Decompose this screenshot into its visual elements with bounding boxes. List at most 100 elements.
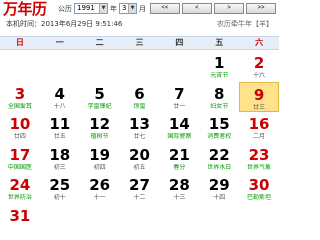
- day-number: 21: [168, 145, 190, 164]
- lunar-date: 国际警察: [167, 133, 192, 140]
- empty-day-cell: [80, 204, 120, 235]
- next-year-button[interactable]: >>: [246, 3, 276, 14]
- day-cell[interactable]: 8 妇女节: [199, 82, 239, 113]
- day-cell[interactable]: 18 初三: [40, 143, 80, 174]
- status-bar: 本机时间：2013年6月29日 9:51:46 农历牵牛年【羊】: [0, 18, 279, 30]
- next-month-button[interactable]: >: [214, 3, 244, 14]
- day-cell[interactable]: 15 消费者权: [199, 112, 239, 143]
- day-cell[interactable]: 7 廿一: [159, 82, 199, 113]
- day-cell[interactable]: 14 国际警察: [159, 112, 199, 143]
- day-cell[interactable]: 24 世界防治: [0, 173, 40, 204]
- lunar-date: 中国国医: [7, 163, 32, 171]
- day-cell[interactable]: 4 十八: [40, 82, 80, 113]
- day-number: 20: [129, 145, 150, 164]
- toolbar: 万年历 公历 1991 ▼ 年 3 ▼ 月 << < > >>: [0, 0, 279, 18]
- weekday-sat: 六: [255, 38, 264, 47]
- day-cell[interactable]: 29 十四: [199, 173, 239, 204]
- day-number: 9: [253, 85, 265, 104]
- day-cell[interactable]: 25 初十: [40, 173, 80, 204]
- day-number: 18: [49, 145, 71, 164]
- day-number: 13: [129, 115, 150, 133]
- empty-day-cell: [120, 204, 160, 235]
- day-number: 31: [9, 206, 31, 225]
- day-number: 22: [208, 145, 230, 164]
- day-cell[interactable]: 27 十二: [120, 173, 160, 204]
- day-cell[interactable]: 2 十六: [239, 51, 279, 82]
- lunar-date: 春分: [173, 163, 186, 171]
- day-number: 24: [9, 176, 31, 194]
- day-cell[interactable]: 13 廿七: [120, 112, 160, 143]
- day-cell[interactable]: 26 十一: [80, 173, 120, 204]
- day-number: 17: [9, 145, 31, 164]
- weekday-fri: 五: [215, 38, 224, 47]
- day-number: 19: [89, 145, 111, 164]
- lunar-date: 惊蛰: [133, 102, 146, 110]
- local-time-label: 本机时间：: [6, 20, 41, 28]
- day-number: 6: [134, 84, 145, 103]
- lunar-date: 十四: [213, 194, 226, 201]
- day-number: 11: [49, 115, 71, 133]
- month-unit: 月: [139, 5, 146, 13]
- gregorian-label: 公历: [58, 5, 72, 13]
- day-cell[interactable]: 23 世界气象: [239, 143, 279, 174]
- empty-day-cell: [120, 51, 160, 82]
- lunar-date: 全国爱耳: [7, 102, 32, 110]
- lunar-date: 二月: [253, 133, 266, 140]
- lunar-date: 十六: [253, 72, 266, 79]
- day-cell[interactable]: 10 廿四: [0, 112, 40, 143]
- day-number: 5: [94, 84, 105, 103]
- calendar-grid: 1 元宵节 2 十六 3 全国爱耳 4 十八 5 学雷锋纪 6 惊蛰 7 廿一 8 妇女节 9 廿三 10 廿四 11 廿…: [0, 51, 279, 234]
- empty-day-cell: [159, 51, 199, 82]
- weekday-wed: 三: [135, 38, 144, 47]
- prev-month-button[interactable]: <: [182, 3, 212, 14]
- lunar-date: 廿五: [53, 133, 66, 140]
- day-cell[interactable]: 12 植树节: [80, 112, 120, 143]
- day-cell[interactable]: 1 元宵节: [199, 51, 239, 82]
- day-number: 25: [49, 176, 71, 194]
- day-cell[interactable]: 20 初五: [120, 143, 160, 174]
- lunar-date: 初四: [93, 163, 106, 171]
- day-cell[interactable]: 3 全国爱耳: [0, 82, 40, 113]
- day-cell[interactable]: 28 十三: [159, 173, 199, 204]
- lunar-date: 元宵节: [210, 72, 229, 79]
- day-cell[interactable]: 21 春分: [159, 143, 199, 174]
- year-value: 1991: [77, 4, 95, 12]
- day-number: 30: [248, 176, 270, 194]
- prev-year-button[interactable]: <<: [150, 3, 180, 14]
- lunar-date: 妇女节: [210, 102, 229, 110]
- chevron-down-icon: ▼: [128, 4, 136, 13]
- empty-day-cell: [0, 51, 40, 82]
- day-cell[interactable]: 9 廿三: [239, 81, 279, 112]
- lunar-date: 十三: [173, 194, 186, 201]
- chevron-down-icon: ▼: [99, 4, 107, 13]
- lunar-date: 十八: [53, 102, 66, 110]
- month-select[interactable]: 3 ▼: [119, 3, 137, 14]
- day-cell[interactable]: 6 惊蛰: [120, 82, 160, 113]
- empty-day-cell: [80, 51, 120, 82]
- lunar-date: 巴勒斯坦: [247, 194, 272, 201]
- day-number: 4: [54, 84, 65, 103]
- day-cell[interactable]: 30 巴勒斯坦: [239, 173, 279, 204]
- local-time-value: 2013年6月29日 9:51:46: [41, 20, 123, 28]
- day-cell[interactable]: 11 廿五: [40, 112, 80, 143]
- day-number: 14: [168, 115, 190, 133]
- year-unit: 年: [110, 5, 117, 13]
- day-cell[interactable]: 5 学雷锋纪: [80, 82, 120, 113]
- day-number: 28: [168, 176, 190, 194]
- month-value: 3: [122, 4, 127, 12]
- day-cell[interactable]: 19 初四: [80, 143, 120, 174]
- weekday-tue: 二: [95, 38, 104, 47]
- day-number: 10: [9, 115, 31, 133]
- year-select[interactable]: 1991 ▼: [74, 3, 108, 14]
- local-time: 本机时间：2013年6月29日 9:51:46: [6, 18, 122, 30]
- day-cell[interactable]: 16 二月: [239, 112, 279, 143]
- day-cell[interactable]: 22 世界水日: [199, 143, 239, 174]
- lunar-year-link[interactable]: 农历牵牛年【羊】: [217, 18, 273, 30]
- day-cell[interactable]: 31: [0, 204, 40, 235]
- weekday-header: 日 一 二 三 四 五 六: [0, 36, 279, 50]
- lunar-date: 学雷锋纪: [87, 102, 112, 110]
- lunar-date: 初五: [133, 163, 146, 171]
- lunar-date: 十一: [93, 194, 106, 201]
- day-number: 26: [89, 176, 111, 194]
- day-cell[interactable]: 17 中国国医: [0, 143, 40, 174]
